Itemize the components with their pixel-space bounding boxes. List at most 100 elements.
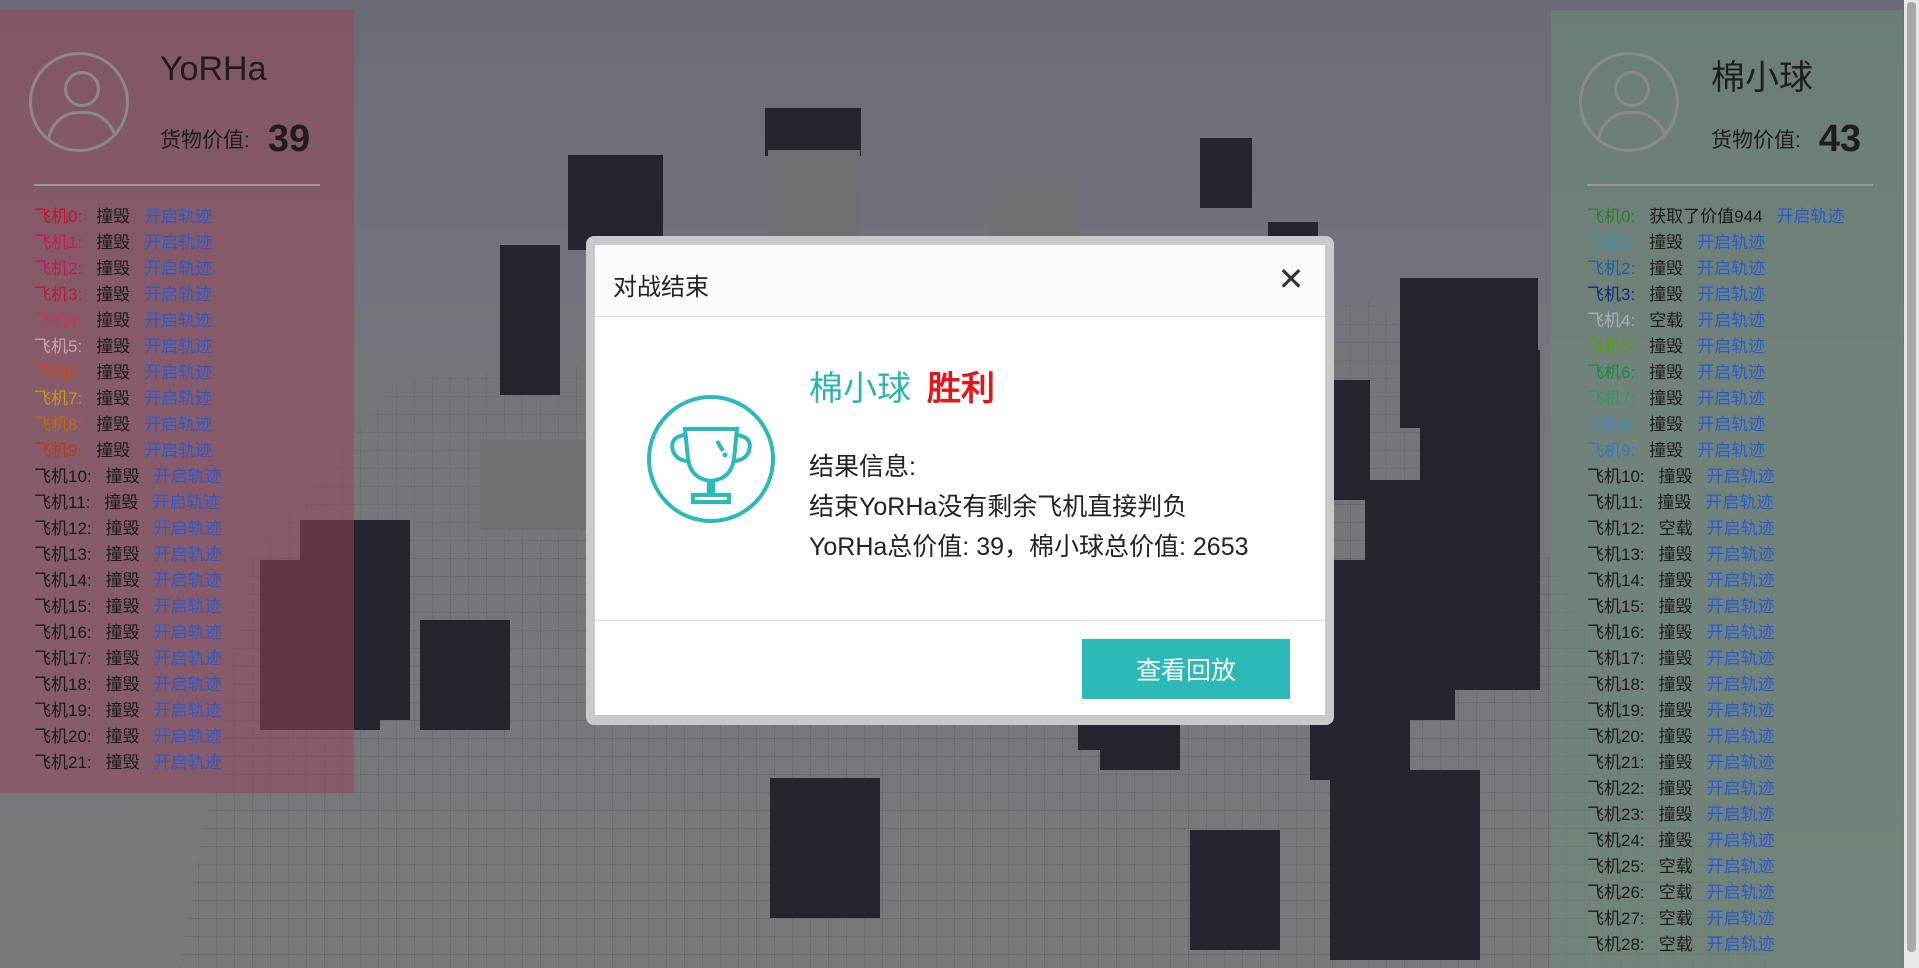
toggle-trajectory-link[interactable]: 开启轨迹 [1697, 334, 1765, 360]
toggle-trajectory-link[interactable]: 开启轨迹 [144, 230, 212, 256]
plane-row: 飞机11: 撞毁 开启轨迹 [34, 490, 222, 516]
plane-status: 撞毁 [1658, 467, 1693, 486]
plane-label: 飞机16: [34, 623, 92, 642]
plane-row: 飞机6: 撞毁 开启轨迹 [34, 360, 222, 386]
toggle-trajectory-link[interactable]: 开启轨迹 [1707, 646, 1775, 672]
toggle-trajectory-link[interactable]: 开启轨迹 [1697, 256, 1765, 282]
plane-row: 飞机9: 撞毁 开启轨迹 [1587, 438, 1845, 464]
toggle-trajectory-link[interactable]: 开启轨迹 [1697, 386, 1765, 412]
toggle-trajectory-link[interactable]: 开启轨迹 [154, 698, 222, 724]
toggle-trajectory-link[interactable]: 开启轨迹 [144, 360, 212, 386]
toggle-trajectory-link[interactable]: 开启轨迹 [1707, 620, 1775, 646]
plane-label: 飞机9: [34, 441, 83, 460]
toggle-trajectory-link[interactable]: 开启轨迹 [152, 490, 220, 516]
toggle-trajectory-link[interactable]: 开启轨迹 [1697, 282, 1765, 308]
cargo-value: 货物价值: 39 [160, 118, 310, 161]
toggle-trajectory-link[interactable]: 开启轨迹 [1697, 308, 1765, 334]
plane-label: 飞机4: [1587, 311, 1636, 330]
toggle-trajectory-link[interactable]: 开启轨迹 [1707, 776, 1775, 802]
plane-row: 飞机2: 撞毁 开启轨迹 [34, 256, 222, 282]
plane-row: 飞机4: 空载 开启轨迹 [1587, 308, 1845, 334]
plane-row: 飞机6: 撞毁 开启轨迹 [1587, 360, 1845, 386]
toggle-trajectory-link[interactable]: 开启轨迹 [1707, 906, 1775, 932]
toggle-trajectory-link[interactable]: 开启轨迹 [1707, 698, 1775, 724]
plane-status: 撞毁 [1658, 675, 1693, 694]
toggle-trajectory-link[interactable]: 开启轨迹 [1707, 672, 1775, 698]
toggle-trajectory-link[interactable]: 开启轨迹 [1707, 464, 1775, 490]
user-avatar-icon [1579, 52, 1679, 152]
cargo-number: 43 [1818, 118, 1862, 160]
toggle-trajectory-link[interactable]: 开启轨迹 [154, 516, 222, 542]
plane-row: 飞机19: 撞毁 开启轨迹 [34, 698, 222, 724]
plane-status: 撞毁 [105, 753, 140, 772]
view-replay-button[interactable]: 查看回放 [1082, 639, 1290, 699]
plane-status: 撞毁 [1657, 493, 1692, 512]
toggle-trajectory-link[interactable]: 开启轨迹 [1707, 516, 1775, 542]
plane-row: 飞机25: 空载 开启轨迹 [1587, 854, 1845, 880]
toggle-trajectory-link[interactable]: 开启轨迹 [1777, 204, 1845, 230]
toggle-trajectory-link[interactable]: 开启轨迹 [1707, 880, 1775, 906]
close-icon[interactable]: ✕ [1273, 259, 1309, 299]
toggle-trajectory-link[interactable]: 开启轨迹 [144, 256, 212, 282]
toggle-trajectory-link[interactable]: 开启轨迹 [154, 672, 222, 698]
plane-row: 飞机20: 撞毁 开启轨迹 [1587, 724, 1845, 750]
page-scrollbar[interactable] [1904, 0, 1919, 968]
toggle-trajectory-link[interactable]: 开启轨迹 [144, 308, 212, 334]
scrollbar-thumb[interactable] [1907, 2, 1916, 952]
toggle-trajectory-link[interactable]: 开启轨迹 [144, 412, 212, 438]
toggle-trajectory-link[interactable]: 开启轨迹 [154, 620, 222, 646]
plane-status: 撞毁 [96, 259, 131, 278]
plane-status: 撞毁 [1658, 701, 1693, 720]
plane-status: 撞毁 [96, 311, 131, 330]
toggle-trajectory-link[interactable]: 开启轨迹 [1707, 854, 1775, 880]
toggle-trajectory-link[interactable]: 开启轨迹 [1707, 542, 1775, 568]
toggle-trajectory-link[interactable]: 开启轨迹 [1707, 932, 1775, 958]
toggle-trajectory-link[interactable]: 开启轨迹 [1697, 412, 1765, 438]
toggle-trajectory-link[interactable]: 开启轨迹 [154, 594, 222, 620]
divider [1587, 184, 1873, 186]
plane-label: 飞机12: [1587, 519, 1645, 538]
toggle-trajectory-link[interactable]: 开启轨迹 [1707, 568, 1775, 594]
toggle-trajectory-link[interactable]: 开启轨迹 [1707, 802, 1775, 828]
toggle-trajectory-link[interactable]: 开启轨迹 [154, 464, 222, 490]
toggle-trajectory-link[interactable]: 开启轨迹 [144, 282, 212, 308]
plane-status: 撞毁 [105, 623, 140, 642]
plane-label: 飞机15: [1587, 597, 1645, 616]
toggle-trajectory-link[interactable]: 开启轨迹 [154, 750, 222, 776]
plane-label: 飞机5: [1587, 337, 1636, 356]
plane-status: 撞毁 [105, 571, 140, 590]
toggle-trajectory-link[interactable]: 开启轨迹 [154, 568, 222, 594]
plane-status: 撞毁 [105, 519, 140, 538]
plane-row: 飞机19: 撞毁 开启轨迹 [1587, 698, 1845, 724]
plane-row: 飞机16: 撞毁 开启轨迹 [34, 620, 222, 646]
toggle-trajectory-link[interactable]: 开启轨迹 [144, 334, 212, 360]
toggle-trajectory-link[interactable]: 开启轨迹 [1697, 438, 1765, 464]
result-info-line: 结束YoRHa没有剩余飞机直接判负 [809, 493, 1188, 521]
plane-status: 撞毁 [105, 545, 140, 564]
plane-row: 飞机5: 撞毁 开启轨迹 [34, 334, 222, 360]
plane-status: 撞毁 [1658, 571, 1693, 590]
toggle-trajectory-link[interactable]: 开启轨迹 [1707, 724, 1775, 750]
toggle-trajectory-link[interactable]: 开启轨迹 [154, 724, 222, 750]
toggle-trajectory-link[interactable]: 开启轨迹 [154, 542, 222, 568]
plane-row: 飞机12: 撞毁 开启轨迹 [34, 516, 222, 542]
plane-status: 撞毁 [105, 467, 140, 486]
toggle-trajectory-link[interactable]: 开启轨迹 [144, 204, 212, 230]
result-info: 结果信息: 结束YoRHa没有剩余飞机直接判负 YoRHa总价值: 39，棉小球… [809, 447, 1249, 567]
toggle-trajectory-link[interactable]: 开启轨迹 [1697, 360, 1765, 386]
toggle-trajectory-link[interactable]: 开启轨迹 [1705, 490, 1773, 516]
plane-row: 飞机14: 撞毁 开启轨迹 [34, 568, 222, 594]
plane-label: 飞机27: [1587, 909, 1645, 928]
plane-row: 飞机11: 撞毁 开启轨迹 [1587, 490, 1845, 516]
toggle-trajectory-link[interactable]: 开启轨迹 [1697, 230, 1765, 256]
toggle-trajectory-link[interactable]: 开启轨迹 [1707, 750, 1775, 776]
toggle-trajectory-link[interactable]: 开启轨迹 [1707, 828, 1775, 854]
toggle-trajectory-link[interactable]: 开启轨迹 [144, 438, 212, 464]
plane-label: 飞机18: [34, 675, 92, 694]
toggle-trajectory-link[interactable]: 开启轨迹 [144, 386, 212, 412]
toggle-trajectory-link[interactable]: 开启轨迹 [154, 646, 222, 672]
plane-status: 撞毁 [1658, 779, 1693, 798]
toggle-trajectory-link[interactable]: 开启轨迹 [1707, 594, 1775, 620]
plane-label: 飞机5: [34, 337, 83, 356]
plane-status: 撞毁 [1649, 259, 1684, 278]
